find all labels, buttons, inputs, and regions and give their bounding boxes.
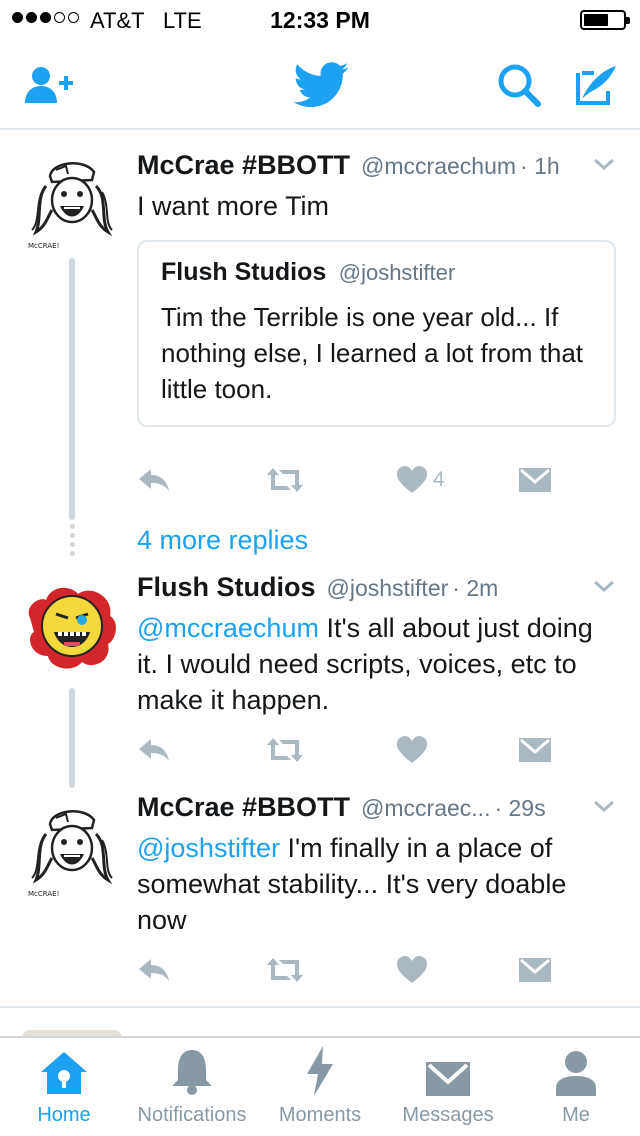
thread-dots — [69, 524, 75, 560]
reply-icon — [139, 739, 169, 761]
retweet-icon — [267, 468, 303, 492]
top-nav-bar — [0, 40, 640, 130]
clock: 12:33 PM — [270, 7, 370, 33]
mention-link[interactable]: @joshstifter — [137, 833, 280, 863]
tweet[interactable]: McCRAE! McCrae #BBOTT @mccraechum · 1h I… — [0, 132, 640, 532]
retweet-icon — [267, 958, 303, 982]
tab-notifications[interactable]: Notifications — [128, 1038, 256, 1136]
heart-icon — [397, 956, 427, 983]
search-button[interactable] — [492, 60, 546, 110]
envelope-icon — [519, 468, 551, 492]
retweet-icon — [267, 738, 303, 762]
envelope-icon — [519, 958, 551, 982]
quoted-tweet-text: Tim the Terrible is one year old... If n… — [161, 302, 584, 404]
tab-label: Me — [562, 1104, 590, 1126]
tab-me[interactable]: Me — [512, 1038, 640, 1136]
tweet[interactable]: McCRAE! McCrae #BBOTT @mccraec... · 29s … — [0, 788, 640, 1008]
like-button[interactable] — [397, 730, 427, 770]
search-icon — [498, 64, 541, 107]
tweet-actions — [137, 950, 557, 990]
tweet-text: @mccraechum It's all about just doing it… — [137, 613, 593, 715]
reply-icon — [139, 469, 169, 491]
tab-label: Messages — [402, 1104, 494, 1126]
quoted-author-name: Flush Studios — [161, 258, 327, 286]
add-user-button[interactable] — [22, 60, 76, 110]
tweet-time: · 2m — [452, 575, 499, 601]
retweet-button[interactable] — [265, 730, 305, 770]
heart-icon — [397, 466, 427, 493]
compose-icon — [576, 66, 616, 105]
author-handle[interactable]: @mccraechum — [361, 153, 516, 180]
author-name[interactable]: Flush Studios — [137, 572, 316, 603]
envelope-icon — [426, 1062, 470, 1096]
tweet-time: · 1h — [520, 153, 560, 179]
retweet-button[interactable] — [265, 460, 305, 500]
author-handle[interactable]: @mccraec... — [361, 795, 490, 822]
avatar[interactable]: McCRAE! — [22, 152, 122, 252]
reply-button[interactable] — [137, 730, 171, 770]
direct-message-button[interactable] — [519, 950, 551, 990]
avatar[interactable]: McCRAE! — [22, 800, 122, 900]
quoted-author-handle: @joshstifter — [338, 260, 456, 285]
twitter-logo — [291, 60, 351, 110]
tab-home[interactable]: Home — [0, 1038, 128, 1136]
divider — [0, 1006, 640, 1008]
direct-message-button[interactable] — [519, 460, 551, 500]
quoted-tweet[interactable]: Flush Studios @joshstifter Tim the Terri… — [137, 240, 616, 427]
author-handle[interactable]: @joshstifter — [327, 575, 449, 602]
chevron-down-icon[interactable] — [592, 578, 616, 594]
thread-line — [69, 688, 75, 788]
tweet-content: McCrae #BBOTT @mccraec... · 29s @joshsti… — [137, 792, 616, 938]
tweet-header: McCrae #BBOTT @mccraec... · 29s — [137, 792, 616, 828]
envelope-icon — [519, 738, 551, 762]
tab-label: Home — [37, 1104, 91, 1126]
tab-label: Moments — [278, 1104, 362, 1126]
tweet[interactable]: Flush Studios @joshstifter · 2m @mccraec… — [0, 568, 640, 788]
tweet-actions — [137, 730, 557, 770]
lightning-icon — [307, 1046, 333, 1096]
tweet-text: I want more Tim — [137, 191, 330, 221]
like-button[interactable]: 4 — [397, 460, 445, 500]
chevron-down-icon[interactable] — [592, 156, 616, 172]
avatar[interactable] — [22, 576, 122, 676]
compose-button[interactable] — [568, 60, 622, 110]
battery-icon — [580, 10, 630, 30]
home-icon — [41, 1052, 87, 1094]
add-user-icon — [25, 67, 73, 103]
tab-moments[interactable]: Moments — [256, 1038, 384, 1136]
tab-label: Notifications — [137, 1104, 247, 1126]
tweet-text: @joshstifter I'm finally in a place of s… — [137, 833, 567, 935]
bell-icon — [172, 1050, 212, 1095]
tweet-content: McCrae #BBOTT @mccraechum · 1h I want mo… — [137, 150, 616, 427]
tweet-header: Flush Studios @joshstifter · 2m — [137, 572, 616, 608]
tweet-header: McCrae #BBOTT @mccraechum · 1h — [137, 150, 616, 186]
tweet-actions: 4 — [137, 460, 557, 500]
avatar-caption: McCRAE! — [28, 890, 59, 898]
tab-messages[interactable]: Messages — [384, 1038, 512, 1136]
chevron-down-icon[interactable] — [592, 798, 616, 814]
tweet-content: Flush Studios @joshstifter · 2m @mccraec… — [137, 572, 616, 718]
bottom-tab-bar: Home Notifications Moments Messages Me — [0, 1036, 640, 1136]
more-replies-link[interactable]: 4 more replies — [137, 525, 308, 556]
like-count: 4 — [433, 468, 445, 491]
status-bar: AT&T LTE 12:33 PM — [0, 0, 640, 40]
heart-icon — [397, 736, 427, 763]
reply-button[interactable] — [137, 460, 171, 500]
reply-icon — [139, 959, 169, 981]
avatar-caption: McCRAE! — [28, 242, 59, 250]
twitter-bird-icon — [293, 62, 349, 108]
author-name[interactable]: McCrae #BBOTT — [137, 792, 350, 823]
mention-link[interactable]: @mccraechum — [137, 613, 319, 643]
direct-message-button[interactable] — [519, 730, 551, 770]
tweet-time: · 29s — [494, 795, 546, 821]
timeline[interactable]: McCRAE! McCrae #BBOTT @mccraechum · 1h I… — [0, 132, 640, 1036]
author-name[interactable]: McCrae #BBOTT — [137, 150, 350, 181]
reply-button[interactable] — [137, 950, 171, 990]
thread-line — [69, 258, 75, 520]
person-icon — [556, 1051, 596, 1096]
like-button[interactable] — [397, 950, 427, 990]
retweet-button[interactable] — [265, 950, 305, 990]
